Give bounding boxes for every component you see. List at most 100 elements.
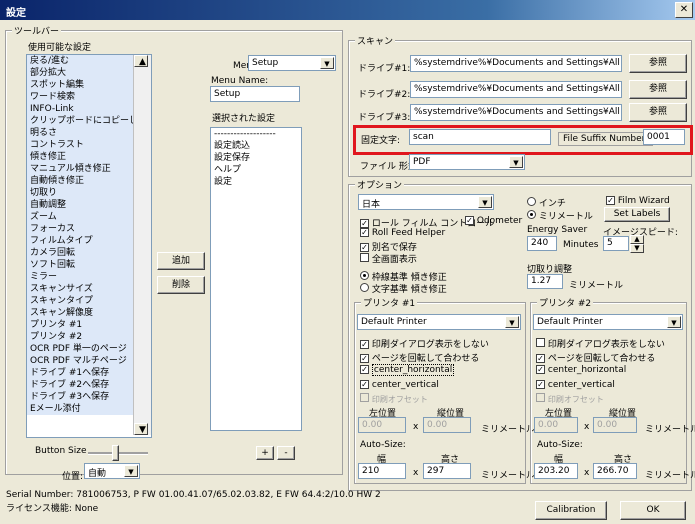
available-item[interactable]: 部分拡大 [27,67,137,79]
available-item[interactable]: ドライブ #2へ保存 [27,379,137,391]
p1-top-field[interactable]: 0.00 [423,417,471,433]
available-item[interactable]: OCR PDF 単一のページ [27,343,137,355]
checkbox-icon[interactable] [360,393,369,402]
button-size-slider[interactable] [88,445,148,461]
p2-center-h-checkbox[interactable]: ✓ center_horizontal [536,365,626,375]
chevron-down-icon[interactable]: ▼ [509,156,523,168]
chevron-down-icon[interactable]: ▼ [667,316,681,328]
available-item[interactable]: 切取り [27,187,137,199]
selected-item[interactable]: 設定 [211,176,301,188]
available-list[interactable]: 戻る/進む 部分拡大 スポット編集 ワード検索 INFO-Link クリップボードにコピー… [26,54,152,438]
fullscreen-checkbox[interactable]: 全画面表示 [360,252,417,265]
available-item[interactable]: プリンタ #1 [27,319,137,331]
menu-name-field[interactable]: Setup [210,86,300,102]
delete-button[interactable]: 削除 [157,276,205,294]
available-item[interactable]: 戻る/進む [27,55,137,67]
set-labels-button[interactable]: Set Labels [604,207,670,222]
file-suffix-field[interactable]: 0001 [643,129,685,145]
p2-rotate-checkbox[interactable]: ✓ ページを回転して合わせる [536,351,655,364]
available-item[interactable]: OCR PDF マルチページ [27,355,137,367]
drive2-browse-button[interactable]: 参照 [629,80,687,99]
speed-up-icon[interactable]: ▲ [630,235,644,244]
selected-item[interactable]: ヘルプ [211,164,301,176]
selected-list[interactable]: ------------------- 設定読込 設定保存 ヘルプ 設定 [210,127,302,431]
plus-button[interactable]: + [256,446,274,460]
mm-radio[interactable]: ミリメートル [527,209,593,222]
available-item[interactable]: スポット編集 [27,79,137,91]
check-icon[interactable]: ✓ [360,380,369,389]
energy-saver-field[interactable]: 240 [527,236,557,251]
p2-left-field[interactable]: 0.00 [534,417,578,433]
p1-offset-checkbox[interactable]: 印刷オフセット [360,393,428,405]
available-item[interactable]: 明るさ [27,127,137,139]
position-select[interactable]: 自動 ▼ [84,463,140,479]
available-item[interactable]: カメラ回転 [27,247,137,259]
selected-item[interactable]: 設定読込 [211,140,301,152]
p2-center-v-checkbox[interactable]: ✓ center_vertical [536,380,615,390]
fixed-text-field[interactable]: scan [409,129,551,145]
text-based-radio[interactable]: 文字基準 傾き修正 [360,282,447,295]
available-item[interactable]: 傾き修正 [27,151,137,163]
available-item[interactable]: ドライブ #1へ保存 [27,367,137,379]
radio-selected-icon[interactable] [360,271,369,280]
odometer-checkbox[interactable]: ✓ Odometer [465,216,522,226]
available-item[interactable]: ソフト回転 [27,259,137,271]
chevron-down-icon[interactable]: ▼ [478,196,492,208]
available-item[interactable]: フィルムタイプ [27,235,137,247]
check-icon[interactable]: ✓ [606,196,615,205]
p1-dialog-checkbox[interactable]: ✓ 印刷ダイアログ表示をしない [360,337,489,350]
drive1-browse-button[interactable]: 参照 [629,54,687,73]
drive3-browse-button[interactable]: 参照 [629,103,687,122]
check-icon[interactable]: ✓ [360,243,369,252]
printer2-select[interactable]: Default Printer ▼ [533,314,683,330]
p2-width-field[interactable]: 203.20 [534,463,578,479]
available-item[interactable]: スキャンタイプ [27,295,137,307]
available-item[interactable]: クリップボードにコピーします。 [27,115,151,127]
radio-icon[interactable] [360,283,369,292]
check-icon[interactable]: ✓ [465,216,474,225]
drive3-path[interactable]: %systemdrive%¥Documents and Settings¥All… [410,104,622,121]
inch-radio[interactable]: インチ [527,196,566,209]
minus-button[interactable]: - [277,446,295,460]
p1-left-field[interactable]: 0.00 [358,417,406,433]
chevron-down-icon[interactable]: ▼ [320,57,334,69]
file-format-select[interactable]: PDF ▼ [409,154,525,170]
p1-center-h-checkbox[interactable]: ✓ center_horizontal [360,364,455,376]
p1-width-field[interactable]: 210 [358,463,406,479]
checkbox-icon[interactable] [536,338,545,347]
available-item[interactable]: ズーム [27,211,137,223]
scroll-down-icon[interactable]: ▼ [134,423,148,435]
image-speed-field[interactable]: 5 [603,236,629,251]
check-icon[interactable]: ✓ [360,228,369,237]
roll-feed-checkbox[interactable]: ✓ Roll Feed Helper [360,228,445,238]
check-icon[interactable]: ✓ [360,219,369,228]
slider-thumb[interactable] [112,445,119,461]
p2-offset-checkbox[interactable]: 印刷オフセット [536,393,604,405]
available-item[interactable]: スキャンサイズ [27,283,137,295]
close-icon[interactable]: ✕ [675,2,693,18]
available-item[interactable]: マニュアル傾き修正 [27,163,137,175]
scroll-up-icon[interactable]: ▲ [134,55,148,67]
language-select[interactable]: 日本 ▼ [358,194,494,210]
check-icon[interactable]: ✓ [536,354,545,363]
available-item[interactable]: INFO-Link [27,103,137,115]
available-item[interactable]: フォーカス [27,223,137,235]
check-icon[interactable]: ✓ [536,365,545,374]
film-wizard-checkbox[interactable]: ✓ Film Wizard [606,196,670,206]
available-item[interactable]: ワード検索 [27,91,137,103]
crop-adjust-field[interactable]: 1.27 [527,274,563,289]
available-scrollbar[interactable]: ▲ ▼ [133,55,151,435]
drive1-path[interactable]: %systemdrive%¥Documents and Settings¥All… [410,55,622,72]
drive2-path[interactable]: %systemdrive%¥Documents and Settings¥All… [410,81,622,98]
checkbox-icon[interactable] [536,393,545,402]
available-item[interactable]: Eメール添付 [27,403,137,415]
menu-select[interactable]: Setup ▼ [248,55,336,71]
speed-down-icon[interactable]: ▼ [630,244,644,253]
add-button[interactable]: 追加 [157,252,205,270]
p2-top-field[interactable]: 0.00 [593,417,637,433]
ok-button[interactable]: OK [620,501,686,520]
check-icon[interactable]: ✓ [360,340,369,349]
chevron-down-icon[interactable]: ▼ [505,316,519,328]
p2-height-field[interactable]: 266.70 [593,463,637,479]
printer1-select[interactable]: Default Printer ▼ [357,314,521,330]
